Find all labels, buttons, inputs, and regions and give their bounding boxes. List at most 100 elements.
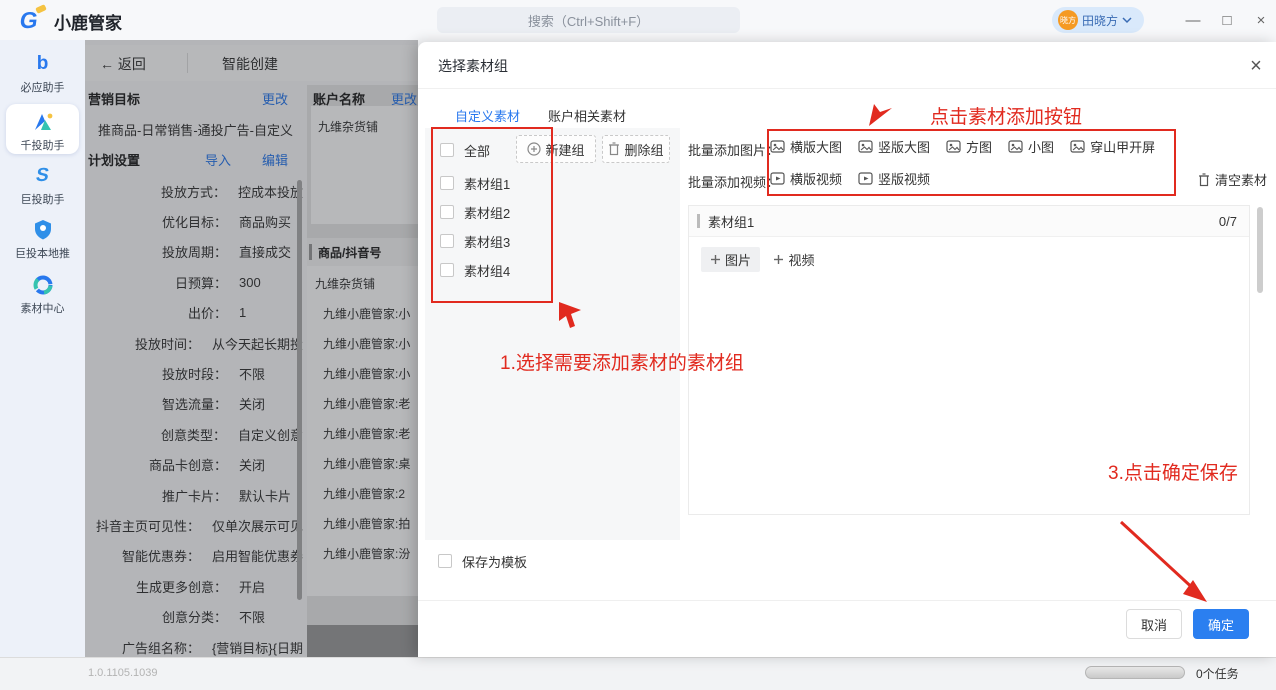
plan-fields: 投放方式：控成本投放 优化目标：商品购买 投放周期：直接成交 日预算：300 出… [85,176,303,657]
add-square-image-button[interactable]: 方图 [946,137,992,156]
material-group-title: 素材组1 [708,212,1219,231]
shield-location-icon [33,219,53,241]
confirm-button[interactable]: 确定 [1193,609,1249,639]
user-menu[interactable]: 晓方 田晓方 [1052,7,1144,33]
add-video-chip[interactable]: 视频 [764,247,823,272]
group-row[interactable]: 素材组1 [440,172,510,194]
column-footer-strip [307,625,418,657]
new-group-button[interactable]: 新建组 [516,135,596,163]
window-close-button[interactable]: × [1248,8,1274,32]
product-list-item[interactable]: 九维小鹿管家:小 [323,358,410,388]
tab-custom-material[interactable]: 自定义素材 [455,106,520,125]
add-horizontal-video-button[interactable]: 横版视频 [770,169,842,188]
add-vertical-video-button[interactable]: 竖版视频 [858,169,930,188]
add-image-chip[interactable]: 图片 [701,247,760,272]
product-section-header: 商品/抖音号 [307,238,418,266]
field-label: 创意类型： [161,425,226,444]
marketing-goal-change-link[interactable]: 更改 [262,89,288,108]
field-value: 开启 [239,577,265,596]
select-material-group-dialog: 选择素材组 × 自定义素材 账户相关素材 全部 新建组 删除组 素材组1 素材组… [418,42,1276,657]
header-divider [187,53,188,73]
option-label: 穿山甲开屏 [1090,137,1155,156]
content-scrollbar[interactable] [297,180,302,600]
delete-group-label: 删除组 [624,140,663,159]
product-list-item[interactable]: 九维小鹿管家:2 [323,478,405,508]
account-box: 九维杂货铺 [311,106,418,224]
annotation-step3: 3.点击确定保存 [1108,458,1238,485]
group-row[interactable]: 素材组3 [440,230,510,252]
version-text: 1.0.1105.1039 [88,667,158,679]
product-list-item[interactable]: 九维小鹿管家:老 [323,418,410,448]
dialog-header-divider [418,88,1276,89]
group-checkbox[interactable] [440,234,454,248]
option-label: 竖版大图 [878,137,930,156]
add-small-image-button[interactable]: 小图 [1008,137,1054,156]
field-row: 创意分类：不限 [85,601,303,631]
save-template-checkbox[interactable] [438,554,452,568]
sidebar-item-material-center[interactable]: 素材中心 [0,273,85,316]
plan-import-link[interactable]: 导入 [205,150,231,169]
group-row[interactable]: 素材组4 [440,259,510,281]
group-checkbox[interactable] [440,205,454,219]
sidebar-item-qiantou-assistant[interactable]: 千投助手 [0,110,85,153]
group-label: 素材组4 [464,261,510,280]
tab-account-material[interactable]: 账户相关素材 [548,106,626,125]
dialog-close-icon[interactable]: × [1244,54,1268,78]
option-label: 方图 [966,137,992,156]
cancel-button[interactable]: 取消 [1126,609,1182,639]
group-checkbox[interactable] [440,263,454,277]
save-template-row[interactable]: 保存为模板 [438,550,527,572]
plan-settings-label: 计划设置 [88,150,140,169]
back-button[interactable]: ← 返回 [100,54,146,74]
add-horizontal-image-button[interactable]: 横版大图 [770,137,842,156]
group-checkbox[interactable] [440,176,454,190]
app-title: 小鹿管家 [54,9,122,34]
add-vertical-image-button[interactable]: 竖版大图 [858,137,930,156]
product-list-item[interactable]: 九维小鹿管家:汾 [323,538,410,568]
product-list-item[interactable]: 九维杂货铺 [315,268,375,298]
sidebar-item-label: 素材中心 [0,300,85,316]
group-label: 素材组2 [464,203,510,222]
new-group-label: 新建组 [545,140,584,159]
field-row: 创意类型：自定义创意 [85,419,303,449]
product-list-item[interactable]: 九维小鹿管家:桌 [323,448,410,478]
group-row[interactable]: 素材组2 [440,201,510,223]
delete-group-button[interactable]: 删除组 [602,135,670,163]
batch-add-video-label: 批量添加视频： [688,172,779,191]
field-label: 智能优惠券： [122,546,200,565]
task-count[interactable]: 0个任务 [1196,665,1239,682]
select-all-checkbox[interactable] [440,143,454,157]
annotation-arrow-to-confirm-icon [1113,516,1217,612]
back-arrow-icon: ← [100,56,114,72]
sidebar-item-label: 巨投本地推 [0,245,85,261]
video-icon [858,172,873,186]
field-row: 投放时间：从今天起长期投 [85,328,303,358]
product-list-item[interactable]: 九维小鹿管家:拍 [323,508,410,538]
field-label: 推广卡片： [162,486,227,505]
window-minimize-button[interactable]: — [1180,8,1206,32]
clear-material-button[interactable]: 清空素材 [1198,170,1267,189]
field-value: 商品购买 [239,212,291,231]
sidebar-item-jutou-local[interactable]: 巨投本地推 [0,218,85,261]
field-value: 不限 [239,364,265,383]
select-all-row[interactable]: 全部 [440,139,490,161]
product-list-item[interactable]: 九维小鹿管家:小 [323,298,410,328]
option-label: 横版视频 [790,169,842,188]
modal-scrollbar[interactable] [1257,207,1263,293]
product-list-item[interactable]: 九维小鹿管家:小 [323,328,410,358]
field-value: 从今天起长期投 [212,334,303,353]
sidebar-item-biying-assistant[interactable]: b 必应助手 [0,52,85,95]
search-input[interactable]: 搜索（Ctrl+Shift+F） [437,7,740,33]
account-column: 账户名称 更改 九维杂货铺 商品/抖音号 九维杂货铺 九维小鹿管家:小 九维小鹿… [307,85,418,657]
image-icon [858,140,873,154]
material-count: 0/7 [1219,214,1237,229]
field-row: 智选流量：关闭 [85,389,303,419]
window-maximize-button[interactable]: □ [1214,8,1240,32]
sidebar: b 必应助手 千投助手 S 巨投助手 巨投本地推 [0,40,85,657]
add-splash-image-button[interactable]: 穿山甲开屏 [1070,137,1155,156]
product-list-item[interactable]: 九维小鹿管家:老 [323,388,410,418]
sidebar-item-jutou-assistant[interactable]: S 巨投助手 [0,164,85,207]
section-marker [697,214,700,228]
plan-edit-link[interactable]: 编辑 [262,150,288,169]
field-row: 生成更多创意：开启 [85,571,303,601]
